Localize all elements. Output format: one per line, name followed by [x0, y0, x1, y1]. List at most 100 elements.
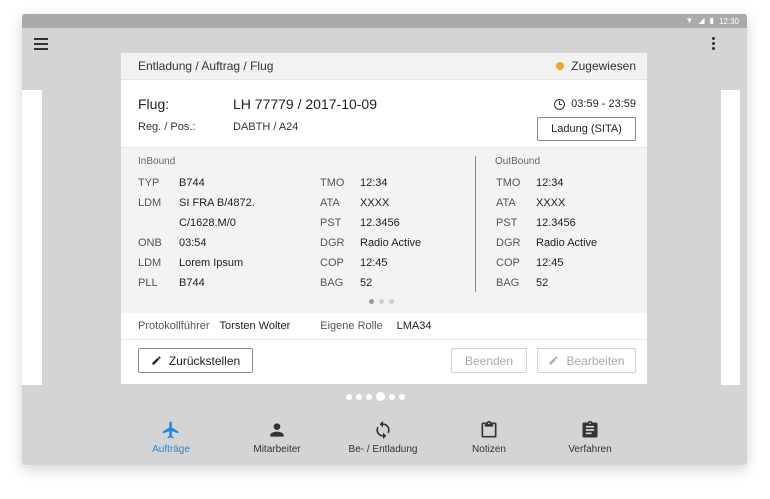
- nav-label: Be- / Entladung: [348, 444, 418, 455]
- detail-value: 03:54: [179, 237, 207, 249]
- rolle-label: Eigene Rolle: [320, 320, 383, 332]
- flight-summary: Flug: LH 77779 / 2017-10-09 Reg. / Pos.:…: [121, 80, 647, 148]
- detail-value: B744: [179, 177, 205, 189]
- nav-item-auftraege[interactable]: Aufträge: [126, 420, 216, 455]
- clipboard-icon: [481, 420, 497, 438]
- clock-icon: [554, 98, 566, 110]
- detail-value: Radio Active: [360, 237, 422, 249]
- detail-key: ATA: [320, 197, 340, 209]
- battery-icon: ▮: [709, 16, 714, 25]
- assignment-icon: [582, 420, 598, 438]
- detail-key: PST: [496, 217, 518, 229]
- detail-key: BAG: [320, 277, 344, 289]
- flight-card: Entladung / Auftrag / Flug Zugewiesen Fl…: [121, 53, 647, 384]
- nav-item-verfahren[interactable]: Verfahren: [545, 420, 635, 455]
- outbound-title: OutBound: [495, 156, 541, 167]
- detail-value: 12:34: [360, 177, 388, 189]
- person-icon: [270, 423, 284, 437]
- detail-value: 52: [536, 277, 549, 289]
- reg-pos-label: Reg. / Pos.:: [138, 121, 196, 133]
- detail-key: PLL: [138, 277, 158, 289]
- detail-key: ATA: [496, 197, 516, 209]
- detail-pager-dot[interactable]: [389, 299, 394, 304]
- detail-value: 12.3456: [360, 217, 400, 229]
- flug-value: LH 77779 / 2017-10-09: [233, 96, 377, 112]
- pencil-icon: [152, 356, 161, 365]
- detail-key: DGR: [496, 237, 521, 249]
- detail-key: COP: [320, 257, 344, 269]
- nav-label: Mitarbeiter: [253, 444, 301, 455]
- protokoll-label: Protokollführer: [138, 320, 210, 332]
- more-vertical-icon[interactable]: [712, 37, 716, 51]
- card-header: Entladung / Auftrag / Flug Zugewiesen: [121, 53, 647, 80]
- time-range-value: 03:59 - 23:59: [571, 98, 636, 110]
- detail-value: B744: [179, 277, 205, 289]
- detail-value: Radio Active: [536, 237, 598, 249]
- status-time: 12:30: [718, 16, 739, 26]
- card-pager-dot-active[interactable]: [376, 392, 385, 401]
- detail-value: 52: [360, 277, 373, 289]
- detail-value: 12.3456: [536, 217, 576, 229]
- nav-item-notizen[interactable]: Notizen: [444, 420, 534, 455]
- detail-pager-dot[interactable]: [379, 299, 384, 304]
- detail-value: 12:45: [360, 257, 388, 269]
- detail-key: DGR: [320, 237, 345, 249]
- sync-icon: [376, 420, 390, 440]
- detail-key: ONB: [138, 237, 162, 249]
- status-indicator: Zugewiesen: [556, 59, 636, 73]
- detail-value: C/1628.M/0: [179, 217, 236, 229]
- detail-pager-dot[interactable]: [369, 299, 374, 304]
- card-pager: [346, 392, 405, 401]
- previous-card-peek[interactable]: [22, 90, 42, 385]
- ladung-sita-button[interactable]: Ladung (SITA): [537, 117, 636, 141]
- airplane-icon: [162, 421, 179, 439]
- nav-label: Notizen: [472, 444, 506, 455]
- rolle-value: LMA34: [396, 320, 432, 332]
- flug-label: Flug:: [138, 96, 170, 112]
- breadcrumb: Entladung / Auftrag / Flug: [138, 59, 274, 73]
- nav-label: Verfahren: [568, 444, 612, 455]
- inbound-title: InBound: [138, 156, 176, 167]
- tablet-screen: ▼ ◢ ▮ 12:30 Entladung / Auftrag / Flug Z…: [22, 14, 747, 465]
- detail-value: XXXX: [360, 197, 390, 209]
- bottom-navigation: Aufträge Mitarbeiter Be- / Entladung Not…: [22, 414, 747, 465]
- card-pager-dot[interactable]: [399, 393, 405, 400]
- detail-key: BAG: [496, 277, 520, 289]
- flight-details: InBound OutBound TYP B744 LDM SI FRA B/4872…: [121, 148, 647, 313]
- detail-key: LDM: [138, 197, 162, 209]
- status-label: Zugewiesen: [571, 59, 636, 73]
- wifi-icon: ▼: [685, 16, 694, 25]
- bearbeiten-button[interactable]: Bearbeiten: [537, 348, 636, 373]
- nav-item-mitarbeiter[interactable]: Mitarbeiter: [232, 420, 322, 455]
- beenden-label: Beenden: [464, 353, 514, 368]
- card-pager-dot[interactable]: [366, 393, 372, 400]
- pencil-icon: [549, 356, 559, 365]
- detail-value: XXXX: [536, 197, 566, 209]
- detail-value: Lorem Ipsum: [179, 257, 244, 269]
- detail-value: 12:34: [536, 177, 564, 189]
- nav-item-be-entladung[interactable]: Be- / Entladung: [338, 420, 428, 455]
- detail-value: 12:45: [536, 257, 564, 269]
- status-dot-icon: [556, 62, 565, 70]
- zurueckstellen-button[interactable]: Zurückstellen: [138, 348, 253, 373]
- hamburger-menu-icon[interactable]: [34, 38, 48, 50]
- beenden-button[interactable]: Beenden: [451, 348, 527, 373]
- detail-key: TMO: [320, 177, 345, 189]
- card-pager-dot[interactable]: [346, 393, 352, 400]
- bearbeiten-label: Bearbeiten: [566, 353, 625, 368]
- detail-key: PST: [320, 217, 342, 229]
- next-card-peek[interactable]: [721, 90, 740, 385]
- nav-label: Aufträge: [152, 444, 190, 455]
- status-bar: ▼ ◢ ▮ 12:30: [22, 14, 747, 28]
- detail-pager: [369, 299, 394, 304]
- zurueckstellen-label: Zurückstellen: [168, 353, 241, 368]
- detail-key: COP: [496, 257, 520, 269]
- detail-value: SI FRA B/4872.: [179, 197, 255, 209]
- protokoll-row: Protokollführer Torsten Wolter Eigene Ro…: [121, 313, 647, 340]
- card-pager-dot[interactable]: [356, 393, 362, 400]
- section-divider: [475, 156, 476, 292]
- detail-key: TMO: [496, 177, 521, 189]
- card-pager-dot[interactable]: [389, 393, 395, 400]
- protokoll-value: Torsten Wolter: [219, 320, 291, 332]
- time-range: 03:59 - 23:59: [554, 98, 636, 110]
